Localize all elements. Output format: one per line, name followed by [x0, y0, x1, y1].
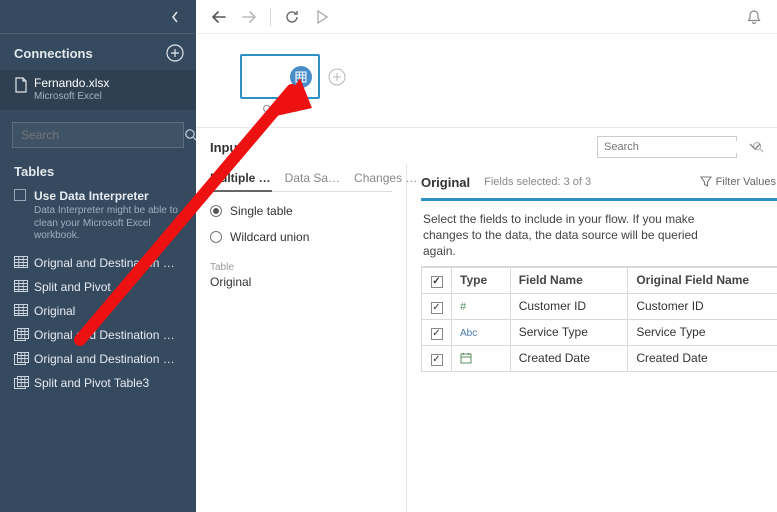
back-button[interactable] — [206, 4, 232, 30]
col-field-name: Field Name — [510, 267, 628, 293]
table-item[interactable]: Orignal and Destination … — [0, 323, 196, 347]
field-checkbox[interactable] — [422, 345, 452, 371]
fields-search[interactable] — [597, 136, 737, 158]
tab-data-sample[interactable]: Data Sa… — [285, 171, 340, 191]
forward-button[interactable] — [236, 4, 262, 30]
table-item[interactable]: Orignal and Destination … — [0, 347, 196, 371]
config-title: Input — [210, 140, 242, 155]
connection-item[interactable]: Fernando.xlsx Microsoft Excel — [0, 70, 196, 110]
original-field-name: Customer ID — [628, 293, 777, 319]
separator — [270, 8, 271, 26]
table-name: Original — [210, 275, 392, 289]
connection-subtype: Microsoft Excel — [34, 91, 182, 102]
select-all-checkbox[interactable] — [422, 267, 452, 293]
connections-header: Connections — [0, 34, 196, 70]
tab-multiple-files[interactable]: Multiple … — [210, 171, 271, 191]
fields-grid: Type Field Name Original Field Name #Cus… — [421, 267, 777, 372]
sidebar-search-input[interactable] — [13, 128, 184, 142]
original-field-name: Service Type — [628, 319, 777, 345]
table-item[interactable]: Split and Pivot — [0, 275, 196, 299]
field-checkbox[interactable] — [422, 319, 452, 345]
radio-icon — [210, 231, 222, 243]
field-row: #Customer IDCustomer ID — [422, 293, 777, 319]
connection-name: Fernando.xlsx — [34, 76, 182, 90]
field-type-icon[interactable] — [452, 345, 511, 371]
chevron-left-icon — [166, 8, 184, 26]
panel-menu-button[interactable] — [747, 139, 763, 155]
radio-wildcard-union[interactable]: Wildcard union — [210, 230, 392, 244]
field-row: Created DateCreated Date — [422, 345, 777, 371]
alerts-button[interactable] — [741, 4, 767, 30]
table-item[interactable]: Original — [0, 299, 196, 323]
table-label: Table — [210, 262, 392, 273]
run-button[interactable] — [309, 4, 335, 30]
refresh-button[interactable] — [279, 4, 305, 30]
interpreter-title: Use Data Interpreter — [34, 189, 182, 203]
input-settings-pane: Multiple … Data Sa… Changes … Single tab… — [196, 164, 406, 512]
table-icon — [290, 66, 312, 88]
field-type-icon[interactable]: # — [452, 293, 511, 319]
table-item[interactable]: Orignal and Destination … — [0, 251, 196, 275]
fields-search-input[interactable] — [598, 141, 752, 153]
field-type-icon[interactable]: Abc — [452, 319, 511, 345]
funnel-icon — [700, 176, 712, 188]
document-icon — [14, 77, 28, 93]
fields-pane: Original Fields selected: 3 of 3 Filter … — [406, 164, 777, 512]
data-interpreter-option[interactable]: Use Data Interpreter Data Interpreter mi… — [0, 185, 196, 251]
original-field-name: Created Date — [628, 345, 777, 371]
field-row: AbcService TypeService Type — [422, 319, 777, 345]
radio-wildcard-label: Wildcard union — [230, 230, 309, 244]
radio-icon — [210, 205, 222, 217]
tables-header: Tables — [0, 154, 196, 185]
settings-tabs: Multiple … Data Sa… Changes … — [210, 164, 392, 192]
col-type: Type — [452, 267, 511, 293]
sidebar-collapse[interactable] — [0, 0, 196, 34]
interpreter-description: Data Interpreter might be able to clean … — [34, 205, 182, 243]
radio-single-label: Single table — [230, 204, 293, 218]
sidebar: Connections Fernando.xlsx Microsoft Exce… — [0, 0, 196, 512]
field-name[interactable]: Created Date — [510, 345, 628, 371]
field-name[interactable]: Customer ID — [510, 293, 628, 319]
col-original-field-name: Original Field Name — [628, 267, 777, 293]
flow-canvas[interactable]: Original — [196, 34, 777, 128]
filter-values-button[interactable]: Filter Values… — [700, 176, 777, 188]
config-panel: Input Multiple … Data Sa… Changes … — [196, 128, 777, 512]
toolbar — [196, 0, 777, 34]
radio-single-table[interactable]: Single table — [210, 204, 392, 218]
input-node-label: Original — [240, 104, 320, 115]
fields-message: Select the fields to include in your flo… — [421, 201, 731, 266]
fields-grid-scroll[interactable]: Type Field Name Original Field Name #Cus… — [421, 266, 777, 512]
plus-circle-icon — [166, 44, 184, 62]
input-node[interactable] — [240, 54, 320, 99]
tab-changes[interactable]: Changes … — [354, 171, 417, 191]
field-checkbox[interactable] — [422, 293, 452, 319]
connections-label: Connections — [14, 46, 93, 61]
add-step-button[interactable] — [328, 68, 346, 86]
main: Original Input Multipl — [196, 0, 777, 512]
filter-values-label: Filter Values… — [716, 176, 777, 188]
fields-title: Original — [421, 175, 470, 190]
table-item[interactable]: Split and Pivot Table3 — [0, 371, 196, 395]
add-connection-button[interactable] — [166, 44, 184, 62]
sidebar-search[interactable] — [12, 122, 184, 148]
field-name[interactable]: Service Type — [510, 319, 628, 345]
fields-selection-count: Fields selected: 3 of 3 — [484, 176, 591, 188]
tables-list: Orignal and Destination …Split and Pivot… — [0, 251, 196, 395]
interpreter-checkbox[interactable] — [14, 189, 26, 201]
